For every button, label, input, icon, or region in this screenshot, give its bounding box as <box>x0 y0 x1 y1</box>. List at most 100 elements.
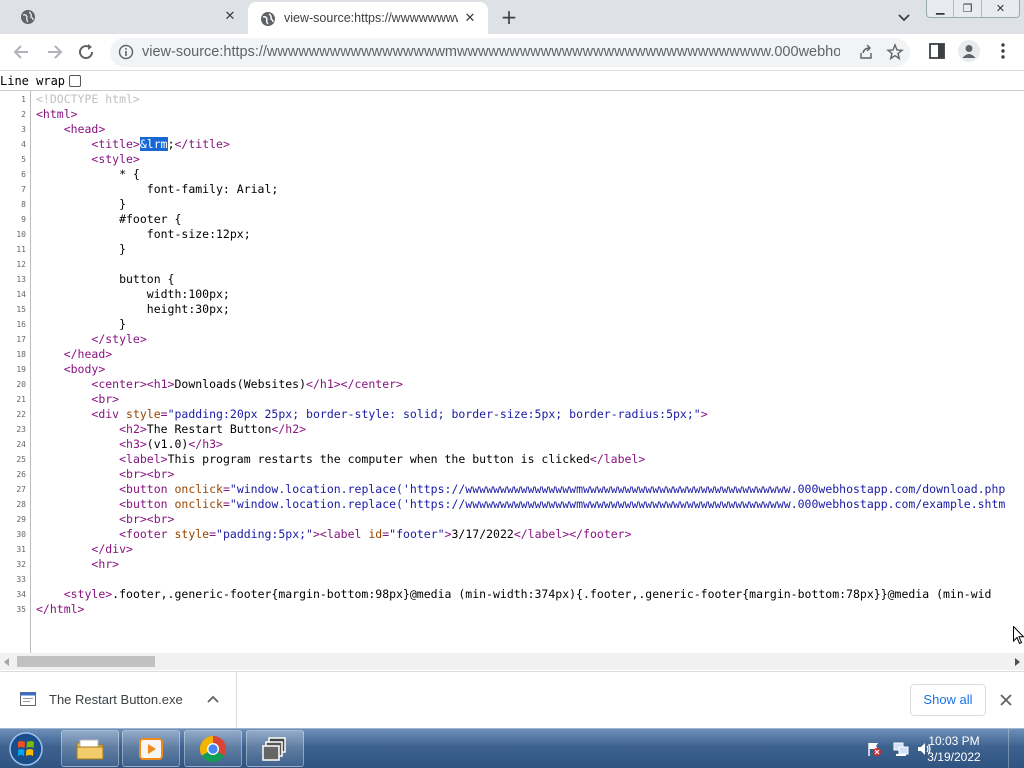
folder-icon <box>76 739 104 759</box>
maximize-button[interactable]: ❐ <box>954 0 982 17</box>
mouse-cursor-icon <box>1013 626 1024 645</box>
network-icon[interactable] <box>892 741 910 757</box>
close-icon[interactable]: ✕ <box>462 11 478 27</box>
source-line: <label>This program restarts the compute… <box>119 452 646 466</box>
source-line: <div style="padding:20px 25px; border-st… <box>91 407 708 421</box>
source-line: <br> <box>91 392 120 406</box>
source-line: font-family: Arial; <box>36 182 279 196</box>
line-number: 6 <box>21 170 26 179</box>
line-number: 19 <box>16 365 26 374</box>
scroll-left-arrow-icon[interactable] <box>4 658 9 666</box>
source-line: } <box>36 242 127 256</box>
line-wrap-label: Line wrap <box>0 73 66 88</box>
scrollbar-thumb[interactable] <box>17 656 155 667</box>
explorer-taskbar-button[interactable] <box>61 730 119 767</box>
source-line: </html> <box>36 602 85 616</box>
tab-title: view-source:https://wwwwwwwwwwwwwwwwwwww… <box>284 11 458 25</box>
source-line: <h2>The Restart Button</h2> <box>119 422 307 436</box>
line-number: 7 <box>21 185 26 194</box>
action-center-flag-icon[interactable] <box>866 741 882 757</box>
source-line: <body> <box>63 362 106 376</box>
show-desktop-button[interactable] <box>1008 729 1024 768</box>
horizontal-scrollbar[interactable] <box>0 653 1024 670</box>
profile-avatar[interactable] <box>958 40 980 62</box>
app-taskbar-button[interactable] <box>246 730 304 767</box>
close-icon[interactable]: ✕ <box>222 9 238 25</box>
line-number: 17 <box>16 335 26 344</box>
source-line: button { <box>36 272 175 286</box>
line-number: 25 <box>16 455 26 464</box>
source-code: <!DOCTYPE html> <html> <head> <title>&lrm… <box>36 91 1024 653</box>
line-number: 10 <box>16 230 26 239</box>
line-number: 31 <box>16 545 26 554</box>
line-number: 13 <box>16 275 26 284</box>
forward-arrow-icon[interactable] <box>44 42 64 62</box>
line-number: 22 <box>16 410 26 419</box>
line-number-gutter: 1 2 3 4 5 6 7 8 9 10 11 12 13 14 15 16 17 18 19 20 21 22 23 24 2… <box>0 91 31 653</box>
media-player-taskbar-button[interactable] <box>122 730 180 767</box>
share-icon[interactable] <box>858 44 874 60</box>
line-number: 30 <box>16 530 26 539</box>
line-number: 14 <box>16 290 26 299</box>
source-line: <style> <box>91 152 140 166</box>
star-icon[interactable] <box>886 43 904 61</box>
new-tab-button[interactable]: + <box>498 7 520 29</box>
source-line: <button onclick="window.location.replace… <box>119 497 1006 511</box>
source-line: <h3>(v1.0)</h3> <box>119 437 223 451</box>
taskbar-clock[interactable]: 10:03 PM 3/19/2022 <box>924 733 984 765</box>
download-bar: The Restart Button.exe Show all <box>0 671 1024 728</box>
side-panel-icon[interactable] <box>928 42 946 60</box>
browser-window: ✕ view-source:https://wwwwwwwwwwwwwwwwww… <box>0 0 1024 768</box>
chevron-down-icon[interactable] <box>896 9 912 25</box>
address-bar[interactable]: view-source:https://wwwwwwwwwwwwwwwwwmww… <box>110 38 910 67</box>
line-number: 8 <box>21 200 26 209</box>
line-wrap-checkbox[interactable] <box>69 74 82 87</box>
window-close-button[interactable]: ✕ <box>982 0 1019 17</box>
toolbar: view-source:https://wwwwwwwwwwwwwwwwwmww… <box>0 34 1024 71</box>
clock-date: 3/19/2022 <box>927 750 981 764</box>
source-line: height:30px; <box>36 302 230 316</box>
close-icon[interactable] <box>998 692 1014 708</box>
info-icon[interactable] <box>118 44 134 60</box>
source-line: <head> <box>63 122 106 136</box>
tab-2-active[interactable]: view-source:https://wwwwwwwwwwwwwwwwwwww… <box>248 2 488 34</box>
media-player-icon <box>139 737 163 760</box>
tab-1[interactable]: ✕ <box>8 0 248 34</box>
scroll-right-arrow-icon[interactable] <box>1015 658 1020 666</box>
url-text: view-source:https://wwwwwwwwwwwwwwwwwmww… <box>142 44 840 60</box>
reload-icon[interactable] <box>76 42 96 62</box>
chrome-icon <box>199 735 227 762</box>
line-number: 20 <box>16 380 26 389</box>
line-number: 1 <box>21 95 26 104</box>
source-line: } <box>36 197 127 211</box>
source-line: <title>&lrm;</title> <box>91 137 230 151</box>
source-line: </style> <box>91 332 147 346</box>
source-line: </head> <box>63 347 113 361</box>
windows-stack-icon <box>262 736 286 761</box>
source-line: font-size:12px; <box>36 227 251 241</box>
line-number: 18 <box>16 350 26 359</box>
back-arrow-icon[interactable] <box>12 42 32 62</box>
clock-time: 10:03 PM <box>928 734 980 748</box>
executable-file-icon <box>20 692 36 706</box>
start-button[interactable] <box>6 731 46 767</box>
show-all-button[interactable]: Show all <box>910 684 986 716</box>
line-number: 32 <box>16 560 26 569</box>
chrome-taskbar-button[interactable] <box>184 730 242 767</box>
tab-strip: ✕ view-source:https://wwwwwwwwwwwwwwwwww… <box>0 0 1024 34</box>
source-line: <footer style="padding:5px;"><label id="… <box>119 527 632 541</box>
chevron-up-icon[interactable] <box>206 694 220 704</box>
more-menu-icon[interactable] <box>996 42 1010 60</box>
source-line: <button onclick="window.location.replace… <box>119 482 1006 496</box>
source-line: <hr> <box>91 557 120 571</box>
source-view: 1 2 3 4 5 6 7 8 9 10 11 12 13 14 15 16 17 18 19 20 21 22 23 24 2… <box>0 90 1024 653</box>
source-line: } <box>36 317 127 331</box>
line-number: 16 <box>16 320 26 329</box>
download-item[interactable]: The Restart Button.exe <box>0 672 237 728</box>
globe-icon <box>261 12 275 26</box>
source-line: #footer { <box>36 212 182 226</box>
source-line: <br><br> <box>119 512 175 526</box>
download-filename: The Restart Button.exe <box>49 692 183 707</box>
minimize-button[interactable]: ▁ <box>927 0 955 17</box>
window-controls: ▁ ❐ ✕ <box>926 0 1020 18</box>
